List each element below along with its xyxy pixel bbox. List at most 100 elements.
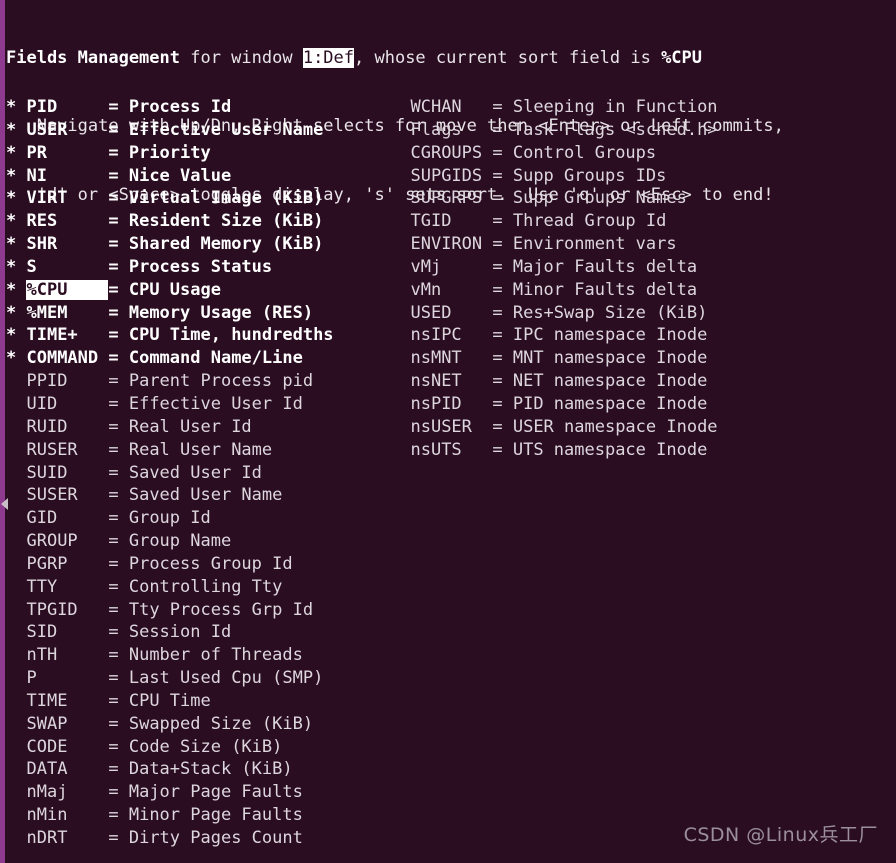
field-name[interactable]: CGROUPS xyxy=(410,143,492,163)
field-name[interactable]: %CPU xyxy=(26,279,109,300)
field-entry-cpu[interactable]: * %CPU = CPU Usage xyxy=(6,279,221,302)
field-entry-supgrps[interactable]: SUPGRPS = Supp Groups Names xyxy=(390,187,686,210)
field-name[interactable]: nsMNT xyxy=(410,348,492,368)
field-entry-code[interactable]: CODE = Code Size (KiB) xyxy=(6,736,282,759)
field-name[interactable]: SUSER xyxy=(26,485,108,505)
scrollbar-track[interactable] xyxy=(0,0,5,863)
field-name[interactable]: SUID xyxy=(26,463,108,483)
field-entry-nth[interactable]: nTH = Number of Threads xyxy=(6,644,302,667)
field-entry-suser[interactable]: SUSER = Saved User Name xyxy=(6,484,282,507)
field-entry-tpgid[interactable]: TPGID = Tty Process Grp Id xyxy=(6,599,313,622)
field-entry-user[interactable]: * USER = Effective User Name xyxy=(6,119,323,142)
field-name[interactable]: Flags xyxy=(410,120,492,140)
field-entry-ruid[interactable]: RUID = Real User Id xyxy=(6,416,251,439)
field-entry-data[interactable]: DATA = Data+Stack (KiB) xyxy=(6,758,292,781)
field-name[interactable]: nMin xyxy=(26,805,108,825)
field-entry-res[interactable]: * RES = Resident Size (KiB) xyxy=(6,210,323,233)
field-entry-wchan[interactable]: WCHAN = Sleeping in Function xyxy=(390,96,717,119)
field-entry-pr[interactable]: * PR = Priority xyxy=(6,142,211,165)
field-name[interactable]: nsUSER xyxy=(410,417,492,437)
field-entry-nsnet[interactable]: nsNET = NET namespace Inode xyxy=(390,370,707,393)
field-entry-uid[interactable]: UID = Effective User Id xyxy=(6,393,302,416)
field-name[interactable]: USED xyxy=(410,303,492,323)
field-entry-gid[interactable]: GID = Group Id xyxy=(6,507,210,530)
field-entry-pid[interactable]: * PID = Process Id xyxy=(6,96,231,119)
field-name[interactable]: PR xyxy=(26,143,108,163)
field-name[interactable]: S xyxy=(26,257,108,277)
field-entry-time[interactable]: TIME = CPU Time xyxy=(6,690,210,713)
field-name[interactable]: vMj xyxy=(410,257,492,277)
field-name[interactable]: CODE xyxy=(26,737,108,757)
window-name-badge[interactable]: 1:Def xyxy=(302,47,355,68)
field-entry-nspid[interactable]: nsPID = PID namespace Inode xyxy=(390,393,707,416)
field-entry-tgid[interactable]: TGID = Thread Group Id xyxy=(390,210,666,233)
field-entry-vmj[interactable]: vMj = Major Faults delta xyxy=(390,256,697,279)
field-name[interactable]: VIRT xyxy=(26,188,108,208)
field-entry-shr[interactable]: * SHR = Shared Memory (KiB) xyxy=(6,233,323,256)
field-name[interactable]: nsUTS xyxy=(410,440,492,460)
field-name[interactable]: TTY xyxy=(26,577,108,597)
field-name[interactable]: RUSER xyxy=(26,440,108,460)
field-entry-sid[interactable]: SID = Session Id xyxy=(6,621,231,644)
scrollbar-thumb[interactable] xyxy=(0,0,5,863)
field-name[interactable]: SID xyxy=(26,622,108,642)
field-name[interactable]: nsNET xyxy=(410,371,492,391)
field-entry-virt[interactable]: * VIRT = Virtual Image (KiB) xyxy=(6,187,323,210)
field-name[interactable]: nDRT xyxy=(26,828,108,848)
field-name[interactable]: DATA xyxy=(26,759,108,779)
field-name[interactable]: RES xyxy=(26,211,108,231)
field-name[interactable]: WCHAN xyxy=(410,97,492,117)
field-entry-nmin[interactable]: nMin = Minor Page Faults xyxy=(6,804,302,827)
field-entry-ruser[interactable]: RUSER = Real User Name xyxy=(6,439,272,462)
field-entry-swap[interactable]: SWAP = Swapped Size (KiB) xyxy=(6,713,313,736)
field-name[interactable]: vMn xyxy=(410,280,492,300)
field-entry-s[interactable]: * S = Process Status xyxy=(6,256,272,279)
field-entry-vmn[interactable]: vMn = Minor Faults delta xyxy=(390,279,697,302)
field-entry-nsuser[interactable]: nsUSER = USER namespace Inode xyxy=(390,416,717,439)
field-entry-environ[interactable]: ENVIRON = Environment vars xyxy=(390,233,676,256)
field-name[interactable]: GROUP xyxy=(26,531,108,551)
field-entry-group[interactable]: GROUP = Group Name xyxy=(6,530,231,553)
field-name[interactable]: SUPGIDS xyxy=(410,166,492,186)
field-name[interactable]: COMMAND xyxy=(26,348,108,368)
field-name[interactable]: SHR xyxy=(26,234,108,254)
field-entry-suid[interactable]: SUID = Saved User Id xyxy=(6,462,261,485)
field-entry-nsipc[interactable]: nsIPC = IPC namespace Inode xyxy=(390,324,707,347)
field-entry-nsmnt[interactable]: nsMNT = MNT namespace Inode xyxy=(390,347,707,370)
field-name[interactable]: nMaj xyxy=(26,782,108,802)
field-entry-mem[interactable]: * %MEM = Memory Usage (RES) xyxy=(6,302,313,325)
field-name[interactable]: TIME+ xyxy=(26,325,108,345)
field-name[interactable]: P xyxy=(26,668,108,688)
field-name[interactable]: PGRP xyxy=(26,554,108,574)
field-name[interactable]: ENVIRON xyxy=(410,234,492,254)
field-entry-ppid[interactable]: PPID = Parent Process pid xyxy=(6,370,313,393)
field-name[interactable]: GID xyxy=(26,508,108,528)
field-entry-nmaj[interactable]: nMaj = Major Page Faults xyxy=(6,781,302,804)
field-entry-flags[interactable]: Flags = Task Flags <sched.h> xyxy=(390,119,717,142)
field-name[interactable]: nTH xyxy=(26,645,108,665)
field-name[interactable]: SWAP xyxy=(26,714,108,734)
field-entry-used[interactable]: USED = Res+Swap Size (KiB) xyxy=(390,302,707,325)
field-name[interactable]: nsPID xyxy=(410,394,492,414)
field-entry-nsuts[interactable]: nsUTS = UTS namespace Inode xyxy=(390,439,707,462)
field-entry-supgids[interactable]: SUPGIDS = Supp Groups IDs xyxy=(390,165,666,188)
field-name[interactable]: TGID xyxy=(410,211,492,231)
field-name[interactable]: TPGID xyxy=(26,600,108,620)
field-entry-time[interactable]: * TIME+ = CPU Time, hundredths xyxy=(6,324,334,347)
field-entry-cgroups[interactable]: CGROUPS = Control Groups xyxy=(390,142,656,165)
field-entry-pgrp[interactable]: PGRP = Process Group Id xyxy=(6,553,292,576)
field-name[interactable]: PPID xyxy=(26,371,108,391)
field-name[interactable]: USER xyxy=(26,120,108,140)
field-entry-command[interactable]: * COMMAND = Command Name/Line xyxy=(6,347,303,370)
field-entry-p[interactable]: P = Last Used Cpu (SMP) xyxy=(6,667,323,690)
field-name[interactable]: TIME xyxy=(26,691,108,711)
field-entry-ndrt[interactable]: nDRT = Dirty Pages Count xyxy=(6,827,302,850)
field-entry-tty[interactable]: TTY = Controlling Tty xyxy=(6,576,282,599)
field-name[interactable]: UID xyxy=(26,394,108,414)
field-name[interactable]: nsIPC xyxy=(410,325,492,345)
field-name[interactable]: NI xyxy=(26,166,108,186)
field-name[interactable]: SUPGRPS xyxy=(410,188,492,208)
field-name[interactable]: PID xyxy=(26,97,108,117)
field-name[interactable]: %MEM xyxy=(26,303,108,323)
field-name[interactable]: RUID xyxy=(26,417,108,437)
